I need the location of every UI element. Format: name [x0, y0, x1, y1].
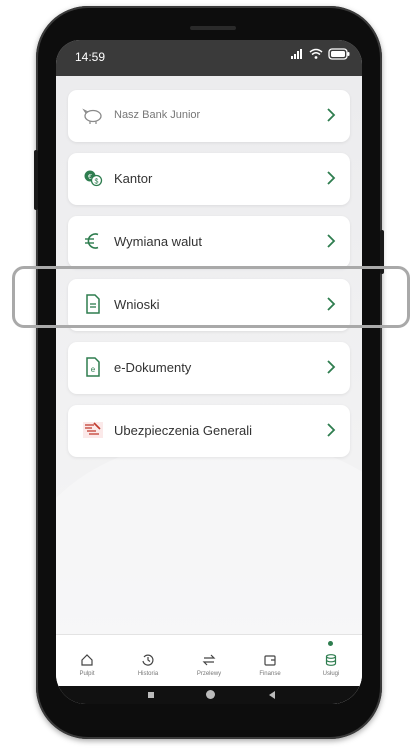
menu-item-label: e-Dokumenty — [114, 360, 192, 375]
history-icon — [142, 654, 154, 666]
menu-item-kantor[interactable]: € $ Kantor — [68, 153, 350, 205]
status-bar: 14:59 — [56, 40, 362, 76]
back-icon[interactable] — [268, 690, 276, 700]
nav-item-finanse[interactable]: Finanse — [241, 639, 299, 685]
wnioski-highlight-frame — [12, 266, 410, 328]
svg-text:$: $ — [95, 179, 99, 186]
menu-item-label: Kantor — [114, 171, 153, 186]
svg-text:e: e — [91, 365, 96, 374]
nav-label: Historia — [137, 671, 159, 677]
chevron-right-icon — [327, 171, 336, 185]
battery-icon — [328, 48, 350, 60]
menu-item-label: Nasz Bank Junior — [114, 109, 201, 121]
nav-label: Pulpit — [79, 671, 95, 677]
status-icons — [290, 48, 350, 60]
chevron-right-icon — [327, 423, 336, 437]
currency-exchange-icon: € $ — [82, 167, 104, 189]
nav-label: Usługi — [322, 671, 340, 677]
euro-icon — [82, 230, 104, 252]
wallet-icon — [264, 655, 276, 666]
services-content: Nasz Bank Junior € $ Kantor Wymiana walu… — [56, 76, 362, 704]
home-system-button[interactable] — [206, 690, 215, 699]
services-icon — [325, 654, 337, 666]
e-document-icon: e — [82, 356, 104, 378]
generali-logo-icon — [82, 419, 104, 441]
wifi-icon — [309, 48, 323, 59]
menu-item-label: Ubezpieczenia Generali — [114, 423, 253, 438]
nav-item-przelewy[interactable]: Przelewy — [180, 639, 238, 685]
chevron-right-icon — [327, 108, 336, 122]
menu-item-e-dokumenty[interactable]: e e-Dokumenty — [68, 342, 350, 394]
nav-label: Przelewy — [196, 671, 222, 677]
left-side-button — [34, 150, 38, 210]
menu-item-ubezpieczenia-generali[interactable]: Ubezpieczenia Generali — [68, 405, 350, 457]
nav-item-pulpit[interactable]: Pulpit — [58, 639, 116, 685]
recent-apps-button[interactable] — [148, 692, 154, 698]
nav-item-historia[interactable]: Historia — [119, 639, 177, 685]
system-navigation-bar — [56, 686, 362, 704]
chevron-right-icon — [327, 234, 336, 248]
menu-item-wymiana-walut[interactable]: Wymiana walut — [68, 216, 350, 268]
menu-item-nasz-bank-junior[interactable]: Nasz Bank Junior — [68, 90, 350, 142]
status-time: 14:59 — [75, 50, 106, 64]
active-indicator-dot — [328, 641, 333, 646]
signal-icon — [291, 49, 302, 59]
transfer-icon — [202, 654, 216, 666]
screen: 14:59 Nasz Bank Junior € $ Kantor Wymian… — [56, 40, 362, 704]
nav-item-uslugi[interactable]: Usługi — [302, 639, 360, 685]
bottom-navigation: Pulpit Historia Przelewy Finanse Usługi — [56, 634, 362, 687]
piggy-bank-icon — [82, 104, 104, 126]
chevron-right-icon — [327, 360, 336, 374]
home-icon — [81, 654, 93, 666]
nav-label: Finanse — [259, 671, 281, 677]
speaker-grille — [190, 26, 236, 30]
menu-item-label: Wymiana walut — [114, 234, 203, 249]
